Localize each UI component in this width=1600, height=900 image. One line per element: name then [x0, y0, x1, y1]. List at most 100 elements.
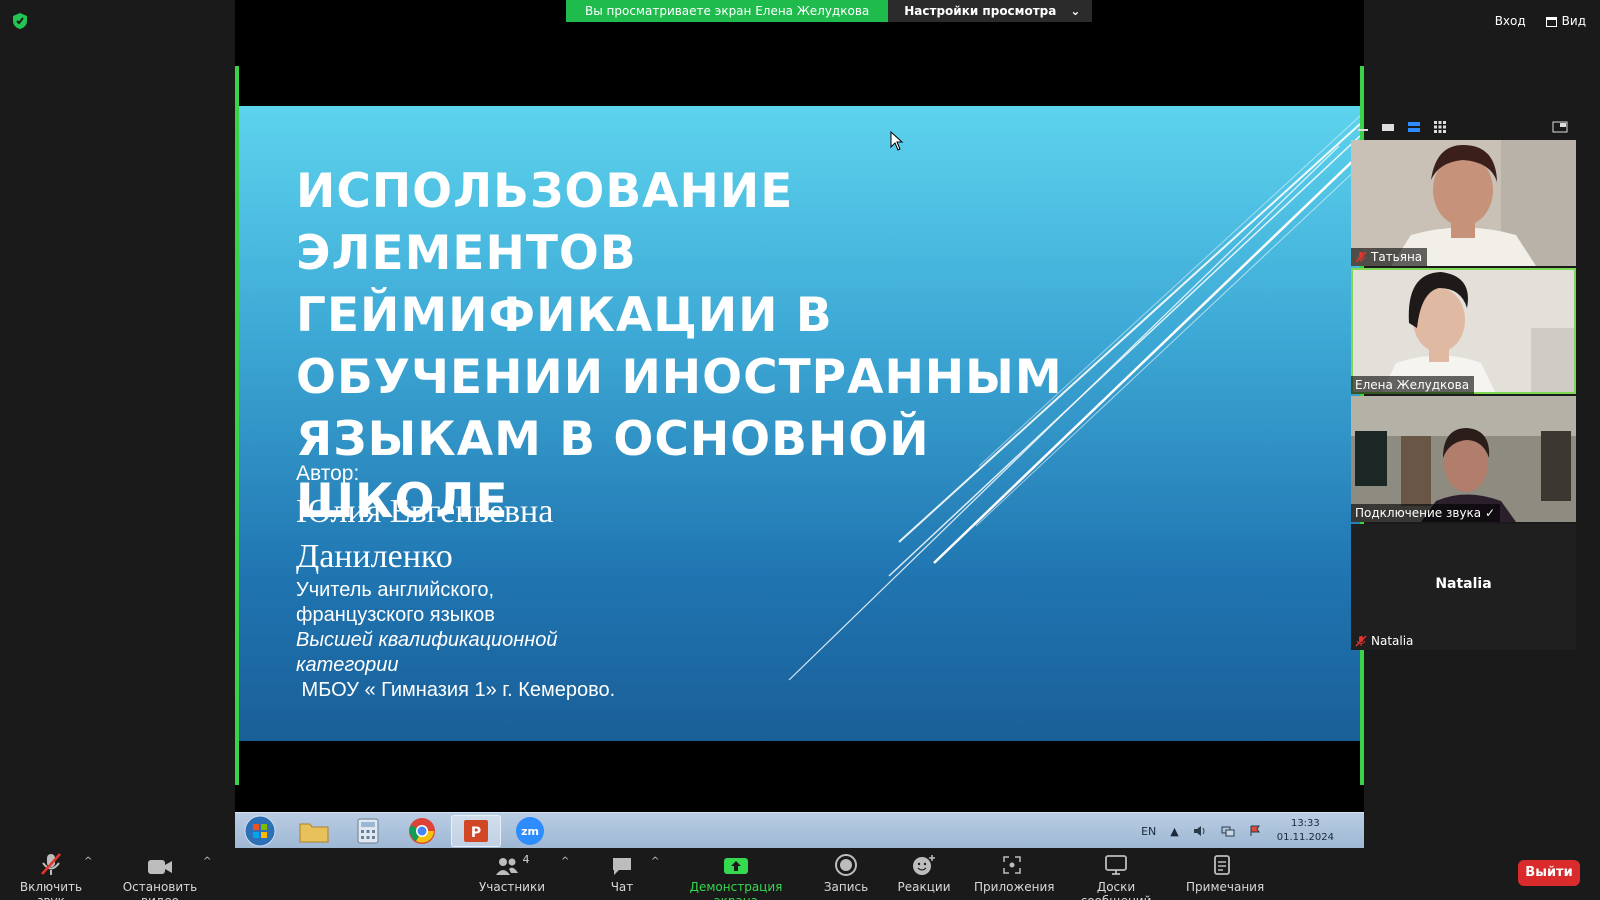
- view-options-label: Настройки просмотра: [904, 4, 1057, 18]
- flag-warning-icon[interactable]: [1249, 825, 1263, 837]
- windows-start-button[interactable]: [235, 815, 285, 847]
- taskbar-calculator[interactable]: [343, 815, 393, 847]
- share-banner-text: Вы просматриваете экран Елена Желудкова: [566, 0, 889, 22]
- grid-view-icon[interactable]: [1433, 120, 1447, 134]
- slide-title: ИСПОЛЬЗОВАНИЕ ЭЛЕМЕНТОВ ГЕЙМИФИКАЦИИ В О…: [296, 164, 1063, 529]
- video-layout-controls: [1351, 116, 1576, 138]
- svg-text:zm: zm: [521, 825, 539, 838]
- meeting-toolbar: Включить звук ^ Остановить видео ^ 4 Уча…: [0, 848, 1600, 900]
- screen-share-banner: Вы просматриваете экран Елена Желудкова …: [566, 0, 1093, 22]
- taskbar-explorer[interactable]: [289, 815, 339, 847]
- whiteboards-button[interactable]: Доски сообщений: [1064, 852, 1168, 900]
- participant-name-badge: Подключение звука ✓: [1351, 504, 1501, 522]
- powerpoint-icon: P: [464, 820, 488, 842]
- video-options-caret[interactable]: ^: [203, 856, 211, 867]
- chat-bubble-icon: [613, 858, 631, 875]
- participant-name: Елена Желудкова: [1355, 378, 1470, 392]
- unmute-button[interactable]: Включить звук: [10, 852, 92, 900]
- share-screen-icon: [724, 858, 748, 874]
- taskbar-powerpoint[interactable]: P: [451, 815, 501, 847]
- calculator-icon: [357, 818, 379, 844]
- chevron-down-icon: ⌄: [1070, 4, 1081, 18]
- clock-time: 13:33: [1290, 818, 1320, 829]
- view-label: Вид: [1561, 14, 1586, 28]
- participant-tile-elena[interactable]: Елена Желудкова: [1351, 268, 1576, 394]
- audio-options-caret[interactable]: ^: [84, 856, 92, 867]
- shield-icon[interactable]: [12, 12, 28, 30]
- reactions-icon: [913, 855, 935, 875]
- participant-tile-tatyana[interactable]: Татьяна: [1351, 140, 1576, 266]
- participants-icon: [495, 858, 518, 875]
- clock-date: 01.11.2024: [1276, 832, 1334, 843]
- notes-icon: [1214, 855, 1230, 875]
- participant-placeholder-name: Natalia: [1435, 576, 1492, 592]
- presentation-slide: ИСПОЛЬЗОВАНИЕ ЭЛЕМЕНТОВ ГЕЙМИФИКАЦИИ В О…: [239, 106, 1360, 741]
- system-tray: EN ▲ 13:33 01.11.2024: [1141, 813, 1334, 849]
- taskbar-chrome[interactable]: [397, 815, 447, 847]
- single-speaker-icon[interactable]: [1381, 121, 1395, 133]
- minimize-icon[interactable]: [1357, 121, 1369, 133]
- participant-name: Подключение звука ✓: [1355, 506, 1496, 520]
- participant-name: Татьяна: [1371, 250, 1423, 264]
- video-camera-icon: [148, 860, 172, 874]
- muted-mic-icon: [1355, 635, 1367, 647]
- record-button[interactable]: Запись: [818, 852, 874, 894]
- participants-count: 4: [522, 853, 530, 866]
- participants-button[interactable]: 4 Участники: [476, 852, 548, 894]
- participants-options-caret[interactable]: ^: [561, 856, 569, 867]
- record-label: Запись: [823, 880, 869, 894]
- author-qualification-line-1: Высшей квалификационной: [296, 629, 558, 651]
- chat-options-caret[interactable]: ^: [651, 856, 659, 867]
- leave-meeting-button[interactable]: Выйти: [1518, 860, 1580, 886]
- participant-tile-audio-connecting[interactable]: Подключение звука ✓: [1351, 396, 1576, 522]
- view-button[interactable]: Вид: [1542, 12, 1590, 30]
- author-school: МБОУ « Гимназия 1» г. Кемерово.: [296, 679, 616, 701]
- network-icon[interactable]: [1221, 825, 1235, 837]
- notes-label: Примечания: [1186, 880, 1265, 894]
- whiteboard-icon: [1105, 855, 1127, 875]
- zoom-app-icon: zm: [516, 817, 544, 845]
- participant-name: Natalia: [1371, 634, 1414, 648]
- apps-button[interactable]: Приложения: [974, 852, 1055, 894]
- participants-label: Участники: [478, 880, 546, 894]
- muted-mic-icon: [41, 853, 61, 875]
- apps-icon: [1003, 856, 1021, 874]
- volume-icon[interactable]: [1193, 825, 1207, 837]
- author-position-line-1: Учитель английского,: [296, 579, 495, 601]
- unmute-label: Включить звук: [19, 880, 83, 900]
- stop-video-button[interactable]: Остановить видео: [108, 852, 212, 900]
- muted-mic-icon: [1355, 251, 1367, 263]
- taskbar-clock[interactable]: 13:33 01.11.2024: [1277, 817, 1334, 845]
- view-options-button[interactable]: Настройки просмотра ⌄: [888, 0, 1093, 22]
- participant-tile-natalia[interactable]: Natalia Natalia: [1351, 524, 1576, 650]
- notes-button[interactable]: Примечания: [1186, 852, 1265, 894]
- whiteboards-label: Доски сообщений: [1081, 880, 1152, 900]
- author-name: Юлия Евгеньевна Даниленко: [296, 493, 554, 575]
- participant-name-badge: Natalia: [1351, 632, 1418, 650]
- taskbar-zoom[interactable]: zm: [505, 815, 555, 847]
- author-label: Автор:: [296, 462, 360, 485]
- signin-label: Вход: [1494, 14, 1526, 28]
- stop-video-label: Остановить видео: [122, 880, 198, 900]
- tray-expand-icon[interactable]: ▲: [1170, 825, 1178, 838]
- share-screen-label: Демонстрация экрана: [689, 880, 783, 900]
- pop-out-icon[interactable]: [1552, 121, 1568, 133]
- top-right-controls: Вход Вид: [1491, 12, 1590, 30]
- participant-name-badge: Елена Желудкова: [1351, 376, 1475, 394]
- chrome-icon: [409, 818, 435, 844]
- reactions-button[interactable]: Реакции: [896, 852, 952, 894]
- share-screen-button[interactable]: Демонстрация экрана: [672, 852, 800, 900]
- author-position-line-2: французского языков: [296, 604, 495, 626]
- language-indicator[interactable]: EN: [1141, 825, 1156, 838]
- author-qualification-line-2: категории: [296, 654, 399, 676]
- strip-view-icon[interactable]: [1407, 121, 1421, 133]
- apps-label: Приложения: [974, 880, 1055, 894]
- folder-icon: [299, 823, 329, 843]
- participant-name-badge: Татьяна: [1351, 248, 1428, 266]
- mouse-cursor-icon: [890, 131, 904, 151]
- chat-label: Чат: [610, 880, 634, 894]
- signin-button[interactable]: Вход: [1491, 12, 1530, 30]
- chat-button[interactable]: Чат: [600, 852, 644, 894]
- windows-logo-icon: [244, 815, 276, 847]
- calendar-grid-icon: [1545, 16, 1557, 27]
